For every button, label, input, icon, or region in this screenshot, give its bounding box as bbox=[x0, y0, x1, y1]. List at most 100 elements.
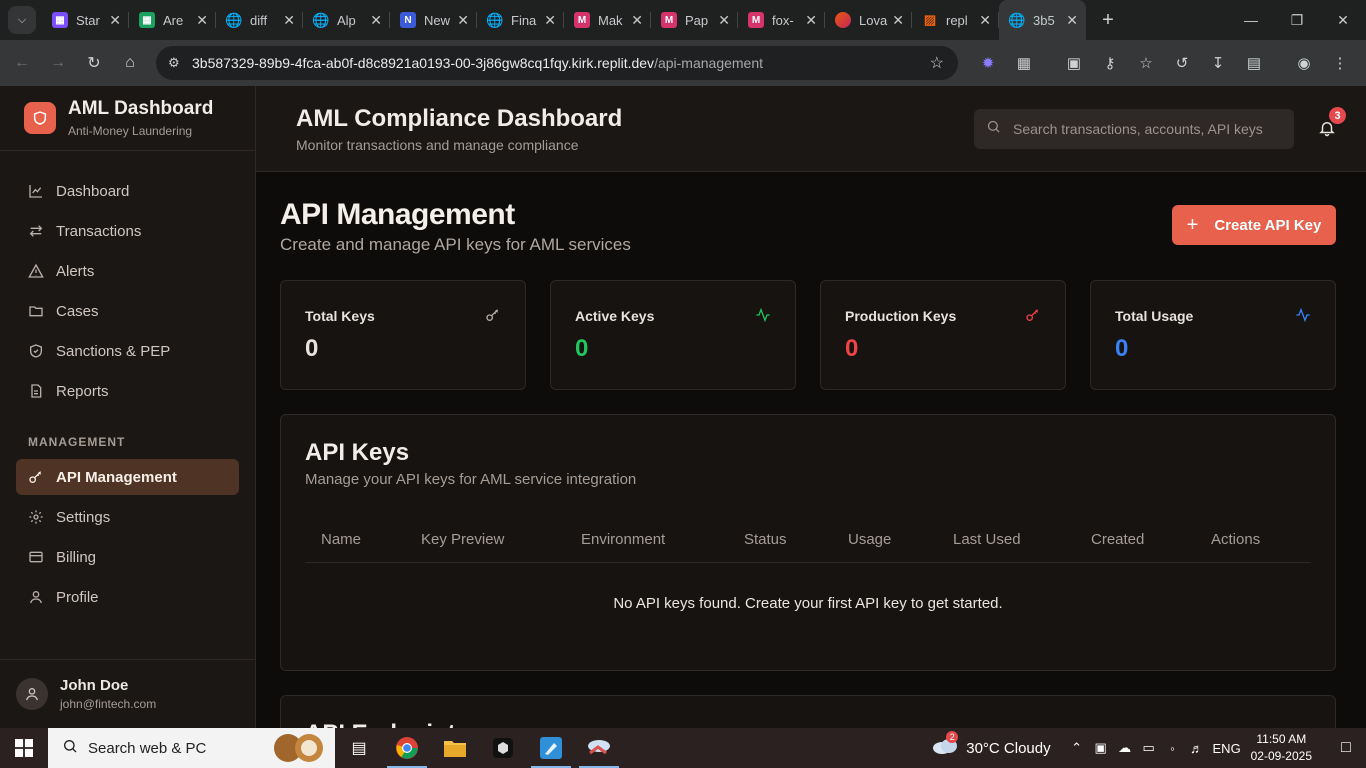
close-window-icon[interactable]: ✕ bbox=[1320, 0, 1366, 40]
close-icon[interactable]: ✕ bbox=[544, 12, 556, 29]
stat-label: Total Keys bbox=[305, 308, 375, 324]
sidebar-item-alerts[interactable]: Alerts bbox=[16, 253, 239, 289]
close-icon[interactable]: ✕ bbox=[805, 12, 817, 29]
close-icon[interactable]: ✕ bbox=[109, 12, 121, 29]
site-info-icon[interactable]: ⚙ bbox=[168, 55, 190, 71]
user-email: john@fintech.com bbox=[60, 697, 157, 711]
search-input[interactable] bbox=[1013, 121, 1283, 137]
reload-icon[interactable]: ↻ bbox=[76, 53, 112, 73]
user-icon bbox=[28, 589, 44, 605]
restore-icon[interactable]: ❐ bbox=[1274, 0, 1320, 40]
browser-tab-active[interactable]: 🌐 3b5 ✕ bbox=[999, 0, 1086, 40]
key-icon bbox=[485, 307, 501, 323]
taskbar-clock[interactable]: 11:50 AM 02-09-2025 bbox=[1251, 731, 1312, 765]
sidebar-item-reports[interactable]: Reports bbox=[16, 373, 239, 409]
cloud-sync-icon[interactable]: ☁ bbox=[1113, 740, 1137, 756]
close-icon[interactable]: ✕ bbox=[979, 12, 991, 29]
browser-tab[interactable]: N New ✕ bbox=[390, 0, 477, 40]
browser-tab[interactable]: Lova ✕ bbox=[825, 0, 912, 40]
sidebar-item-settings[interactable]: Settings bbox=[16, 499, 239, 535]
globe-icon: 🌐 bbox=[225, 11, 243, 28]
close-icon[interactable]: ✕ bbox=[370, 12, 382, 29]
document-icon bbox=[28, 383, 44, 399]
close-icon[interactable]: ✕ bbox=[196, 12, 208, 29]
password-key-icon[interactable]: ⚷ bbox=[1092, 54, 1128, 72]
speaker-icon[interactable]: ♬ bbox=[1185, 741, 1209, 756]
forward-icon[interactable]: → bbox=[40, 54, 76, 72]
browser-tab[interactable]: ▦ Star ✕ bbox=[42, 0, 129, 40]
back-icon[interactable]: ← bbox=[4, 54, 40, 72]
tab-title: diff bbox=[250, 12, 268, 28]
sidebar-item-sanctions[interactable]: Sanctions & PEP bbox=[16, 333, 239, 369]
search-icon bbox=[62, 738, 78, 759]
minimize-icon[interactable]: — bbox=[1228, 0, 1274, 40]
sidebar-item-transactions[interactable]: Transactions bbox=[16, 213, 239, 249]
create-api-key-button[interactable]: + Create API Key bbox=[1172, 205, 1336, 245]
bookmark-star-icon[interactable]: ☆ bbox=[930, 53, 944, 73]
column-header-usage[interactable]: Usage bbox=[848, 531, 891, 548]
battery-icon[interactable]: ▭ bbox=[1137, 740, 1161, 756]
snipping-tool-icon[interactable] bbox=[575, 728, 623, 768]
notification-center-icon[interactable]: □ bbox=[1326, 739, 1366, 757]
sidebar-item-api-management[interactable]: API Management bbox=[16, 459, 239, 495]
browser-tab[interactable]: 🌐 Fina ✕ bbox=[477, 0, 564, 40]
task-view-icon[interactable]: ▤ bbox=[335, 728, 383, 768]
puzzle-icon[interactable]: ▦ bbox=[1006, 54, 1042, 72]
terminal-app-icon[interactable] bbox=[479, 728, 527, 768]
api-keys-card: API Keys Manage your API keys for AML se… bbox=[280, 414, 1336, 671]
home-icon[interactable]: ⌂ bbox=[112, 54, 148, 72]
create-api-key-label: Create API Key bbox=[1214, 216, 1322, 234]
profile-avatar-icon[interactable]: ◉ bbox=[1286, 54, 1322, 72]
column-header-last-used[interactable]: Last Used bbox=[953, 531, 1021, 548]
browser-tab[interactable]: 🌐 Alp ✕ bbox=[303, 0, 390, 40]
extension-gear-icon[interactable]: ✹ bbox=[970, 54, 1006, 72]
close-icon[interactable]: ✕ bbox=[718, 12, 730, 29]
close-icon[interactable]: ✕ bbox=[892, 12, 904, 29]
editor-app-icon[interactable] bbox=[527, 728, 575, 768]
sidebar-item-dashboard[interactable]: Dashboard bbox=[16, 173, 239, 209]
browser-tab[interactable]: 🌐 diff ✕ bbox=[216, 0, 303, 40]
browser-tab[interactable]: ▦ Are ✕ bbox=[129, 0, 216, 40]
taskbar-search-box[interactable]: Search web & PC bbox=[48, 728, 335, 768]
url-path: /api-management bbox=[654, 55, 764, 71]
close-icon[interactable]: ✕ bbox=[457, 12, 469, 29]
column-header-name[interactable]: Name bbox=[321, 531, 361, 548]
browser-tab[interactable]: M fox- ✕ bbox=[738, 0, 825, 40]
close-icon[interactable]: ✕ bbox=[631, 12, 643, 29]
favorites-icon[interactable]: ☆ bbox=[1128, 54, 1164, 72]
close-icon[interactable]: ✕ bbox=[283, 12, 295, 29]
close-icon[interactable]: ✕ bbox=[1066, 12, 1078, 29]
chevron-down-icon: ⌵ bbox=[17, 13, 27, 26]
browser-tab[interactable]: M Mak ✕ bbox=[564, 0, 651, 40]
column-header-environment[interactable]: Environment bbox=[581, 531, 665, 548]
browser-tab[interactable]: M Pap ✕ bbox=[651, 0, 738, 40]
sidebar-item-cases[interactable]: Cases bbox=[16, 293, 239, 329]
language-indicator[interactable]: ENG bbox=[1209, 741, 1245, 756]
new-tab-button[interactable]: + bbox=[1094, 9, 1122, 32]
address-bar[interactable]: ⚙ 3b587329-89b9-4fca-ab0f-d8c8921a0193-0… bbox=[156, 46, 958, 80]
search-box bbox=[974, 109, 1294, 149]
system-tray: 2 30°C Cloudy ⌃ ▣ ☁ ▭ ◦ ♬ ENG 11:50 AM 0… bbox=[932, 728, 1366, 768]
user-profile-box[interactable]: John Doe john@fintech.com bbox=[0, 659, 255, 728]
browser-tab[interactable]: ▨ repl ✕ bbox=[912, 0, 999, 40]
download-icon[interactable]: ↧ bbox=[1200, 54, 1236, 72]
wifi-icon[interactable]: ◦ bbox=[1161, 741, 1185, 756]
screenshot-icon[interactable]: ▣ bbox=[1056, 54, 1092, 72]
windows-start-icon[interactable] bbox=[0, 728, 48, 768]
column-header-key-preview[interactable]: Key Preview bbox=[421, 531, 504, 548]
meet-now-icon[interactable]: ▣ bbox=[1089, 740, 1113, 756]
sidebar-item-profile[interactable]: Profile bbox=[16, 579, 239, 615]
chrome-icon[interactable] bbox=[383, 728, 431, 768]
chevron-up-icon[interactable]: ⌃ bbox=[1065, 740, 1089, 756]
gear-icon bbox=[28, 509, 44, 525]
sidebar-item-billing[interactable]: Billing bbox=[16, 539, 239, 575]
column-header-status[interactable]: Status bbox=[744, 531, 787, 548]
weather-widget[interactable]: 2 30°C Cloudy bbox=[932, 731, 1051, 759]
tab-search-button[interactable]: ⌵ bbox=[8, 6, 36, 34]
translate-icon[interactable]: ▤ bbox=[1236, 54, 1272, 72]
column-header-created[interactable]: Created bbox=[1091, 531, 1144, 548]
history-icon[interactable]: ↺ bbox=[1164, 54, 1200, 72]
menu-dots-icon[interactable]: ⋮ bbox=[1322, 54, 1358, 72]
file-explorer-icon[interactable] bbox=[431, 728, 479, 768]
column-header-actions: Actions bbox=[1211, 531, 1261, 548]
